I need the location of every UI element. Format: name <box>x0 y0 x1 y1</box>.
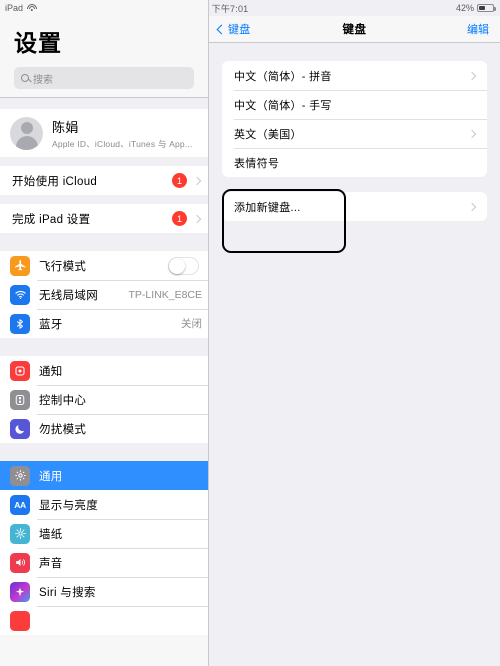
status-badge: 1 <box>172 211 187 226</box>
sidebar-header: 设置 搜索 <box>0 16 208 89</box>
chevron-right-icon <box>192 176 202 185</box>
keyboard-label: 表情符号 <box>234 157 280 170</box>
airplane-icon <box>10 255 30 276</box>
list-item[interactable]: 英文（美国） <box>222 119 487 148</box>
section-gap <box>0 338 208 356</box>
keyboard-label: 中文（简体）- 拼音 <box>234 70 332 83</box>
app-icon <box>10 610 30 631</box>
add-keyboard-card: 添加新键盘... <box>222 192 487 221</box>
sidebar-item-label: 蓝牙 <box>39 318 63 331</box>
list-item[interactable]: 中文（简体）- 手写 <box>222 90 487 119</box>
sidebar-item-label: 通知 <box>39 365 63 378</box>
settings-sidebar[interactable]: 设置 搜索 陈娟 Apple ID、iCloud、iTunes 与 App...… <box>0 0 209 666</box>
sidebar-item-control-center[interactable]: 控制中心 <box>0 385 208 414</box>
sidebar-item-value: TP-LINK_E8CE <box>128 288 202 301</box>
chevron-right-icon <box>467 202 477 211</box>
section-gap <box>0 195 208 204</box>
sidebar-item-start-icloud[interactable]: 开始使用 iCloud 1 <box>0 166 208 195</box>
keyboard-detail-pane: 键盘 键盘 编辑 中文（简体）- 拼音 中文（简体）- 手写 英文（美国） 表情… <box>209 0 500 666</box>
sidebar-item-general[interactable]: 通用 <box>0 461 208 490</box>
siri-icon <box>10 581 30 602</box>
profile-name: 陈娟 <box>52 119 79 135</box>
section-gap <box>0 233 208 251</box>
notification-icon <box>10 360 30 381</box>
bluetooth-icon <box>10 313 30 334</box>
chevron-right-icon <box>467 71 477 80</box>
back-button[interactable]: 键盘 <box>216 21 251 37</box>
wifi-icon <box>10 284 30 305</box>
clock-label: 下午7:01 <box>211 3 249 14</box>
status-bar: iPad 下午7:01 42% <box>0 0 500 16</box>
navigation-bar: 键盘 键盘 编辑 <box>209 16 500 43</box>
search-icon <box>21 74 29 82</box>
sidebar-item-label: 勿扰模式 <box>39 423 87 436</box>
battery-percent-label: 42% <box>455 3 474 13</box>
sidebar-item-label: 开始使用 iCloud <box>12 175 98 188</box>
airplane-mode-toggle[interactable] <box>168 256 199 275</box>
sidebar-item-label: 飞行模式 <box>39 260 87 273</box>
section-gap <box>0 157 208 166</box>
sidebar-item-label: 控制中心 <box>39 394 87 407</box>
moon-icon <box>10 418 30 439</box>
search-input[interactable]: 搜索 <box>14 67 194 89</box>
sidebar-item-label: 墙纸 <box>39 528 63 541</box>
nav-title: 键盘 <box>342 24 367 36</box>
sidebar-item-apple-id[interactable]: 陈娟 Apple ID、iCloud、iTunes 与 App... <box>0 109 208 157</box>
display-aa-icon: AA <box>10 494 30 515</box>
sidebar-item-wifi[interactable]: 无线局域网 TP-LINK_E8CE <box>0 280 208 309</box>
list-item[interactable]: 中文（简体）- 拼音 <box>222 61 487 90</box>
sidebar-item-sounds[interactable]: 声音 <box>0 548 208 577</box>
chevron-right-icon <box>192 214 202 223</box>
sidebar-item-wallpaper[interactable]: 墙纸 <box>0 519 208 548</box>
section-gap <box>0 443 208 461</box>
sidebar-item-notifications[interactable]: 通知 <box>0 356 208 385</box>
battery-icon <box>477 4 496 12</box>
sidebar-item-display-brightness[interactable]: AA 显示与亮度 <box>0 490 208 519</box>
ipad-settings-screen: iPad 下午7:01 42% 设置 搜索 陈娟 Apple ID、iCloud… <box>0 0 500 666</box>
control-center-icon <box>10 389 30 410</box>
keyboard-label: 中文（简体）- 手写 <box>234 99 332 112</box>
sidebar-item-finish-ipad-setup[interactable]: 完成 iPad 设置 1 <box>0 204 208 233</box>
sidebar-item-value: 关闭 <box>181 318 202 330</box>
avatar <box>10 116 43 150</box>
wallpaper-icon <box>10 523 30 544</box>
sidebar-item-partial[interactable] <box>0 606 208 635</box>
search-placeholder: 搜索 <box>33 74 53 86</box>
sidebar-item-label: Siri 与搜索 <box>39 586 96 599</box>
sidebar-item-do-not-disturb[interactable]: 勿扰模式 <box>0 414 208 443</box>
profile-subtitle: Apple ID、iCloud、iTunes 与 App... <box>52 138 193 149</box>
keyboard-list-card: 中文（简体）- 拼音 中文（简体）- 手写 英文（美国） 表情符号 <box>222 61 487 177</box>
sidebar-item-label: 通用 <box>39 470 63 483</box>
add-keyboard-label: 添加新键盘... <box>234 201 301 214</box>
sidebar-item-label: 无线局域网 <box>39 289 98 302</box>
back-button-label: 键盘 <box>228 24 251 36</box>
page-title: 设置 <box>14 30 62 56</box>
gear-icon <box>10 465 30 486</box>
sidebar-item-label: 显示与亮度 <box>39 499 98 512</box>
chevron-left-icon <box>216 24 227 34</box>
section-gap <box>0 98 208 109</box>
status-badge: 1 <box>172 173 187 188</box>
sidebar-item-label: 完成 iPad 设置 <box>12 213 91 226</box>
add-new-keyboard-button[interactable]: 添加新键盘... <box>222 192 487 221</box>
sidebar-item-label: 声音 <box>39 557 63 570</box>
keyboard-label: 英文（美国） <box>234 128 302 141</box>
status-bar-right: 42% <box>455 3 496 13</box>
edit-button[interactable]: 编辑 <box>467 21 489 37</box>
sound-icon <box>10 552 30 573</box>
sidebar-item-siri-search[interactable]: Siri 与搜索 <box>0 577 208 606</box>
status-bar-center: 下午7:01 <box>0 2 500 15</box>
sidebar-item-airplane-mode[interactable]: 飞行模式 <box>0 251 208 280</box>
list-item[interactable]: 表情符号 <box>222 148 487 177</box>
chevron-right-icon <box>467 129 477 138</box>
sidebar-item-bluetooth[interactable]: 蓝牙 关闭 <box>0 309 208 338</box>
